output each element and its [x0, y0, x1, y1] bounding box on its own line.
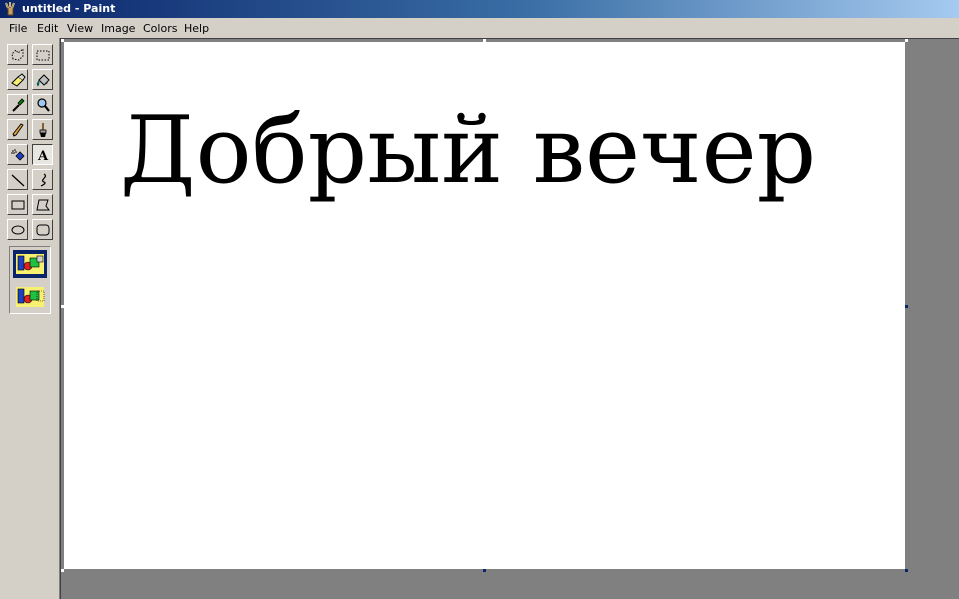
canvas-handle-left: [61, 305, 64, 308]
canvas-handle-top: [483, 39, 486, 42]
canvas-handle-top-right: [905, 39, 908, 42]
fill-bucket-icon: [36, 74, 50, 87]
menu-colors[interactable]: Colors: [142, 21, 178, 36]
menu-view[interactable]: View: [66, 21, 94, 36]
brush-icon: [39, 123, 47, 137]
select-icon: [36, 50, 50, 61]
rounded-rectangle-tool[interactable]: [32, 219, 53, 240]
canvas-workspace[interactable]: Добрый вечер: [60, 38, 959, 599]
select-tool[interactable]: [32, 44, 53, 65]
curve-icon: [40, 173, 46, 187]
canvas-handle-bottom-left: [61, 569, 64, 572]
pick-color-icon: [12, 98, 25, 112]
resize-handle-right[interactable]: [905, 305, 908, 308]
airbrush-tool[interactable]: [7, 144, 28, 165]
eraser-icon: [11, 73, 26, 87]
transparent-background-icon: [16, 287, 45, 307]
toolbox: A: [0, 38, 60, 599]
paint-app-icon[interactable]: [3, 1, 18, 16]
text-tool-glyph: A: [37, 149, 49, 163]
window-title: untitled - Paint: [22, 2, 116, 15]
menu-file[interactable]: File: [8, 21, 28, 36]
opaque-background-icon: [16, 254, 44, 274]
free-form-select-icon: [11, 47, 24, 61]
opaque-background-option[interactable]: [13, 250, 47, 278]
text-tool[interactable]: A: [32, 144, 53, 165]
canvas-text: Добрый вечер: [120, 96, 817, 204]
title-bar[interactable]: untitled - Paint: [0, 0, 959, 18]
text-icon: A: [37, 149, 49, 163]
fill-tool[interactable]: [32, 69, 53, 90]
pick-color-tool[interactable]: [7, 94, 28, 115]
paint-window: untitled - Paint File Edit View Image Co…: [0, 0, 959, 599]
rectangle-tool[interactable]: [7, 194, 28, 215]
drawing-canvas[interactable]: Добрый вечер: [64, 42, 905, 569]
rectangle-icon: [11, 200, 25, 210]
pencil-tool[interactable]: [7, 119, 28, 140]
polygon-icon: [36, 199, 50, 211]
resize-handle-bottom[interactable]: [483, 569, 486, 572]
line-icon: [11, 174, 25, 187]
ellipse-icon: [11, 225, 25, 235]
menu-image[interactable]: Image: [100, 21, 136, 36]
menu-bar: File Edit View Image Colors Help: [0, 18, 959, 38]
line-tool[interactable]: [7, 169, 28, 190]
transparent-background-option[interactable]: [13, 283, 47, 311]
polygon-tool[interactable]: [32, 194, 53, 215]
menu-edit[interactable]: Edit: [36, 21, 59, 36]
resize-handle-corner[interactable]: [905, 569, 908, 572]
curve-tool[interactable]: [32, 169, 53, 190]
eraser-tool[interactable]: [7, 69, 28, 90]
magnifier-tool[interactable]: [32, 94, 53, 115]
brush-tool[interactable]: [32, 119, 53, 140]
pencil-icon: [12, 123, 24, 137]
rounded-rectangle-icon: [36, 224, 50, 236]
ellipse-tool[interactable]: [7, 219, 28, 240]
magnifier-icon: [37, 98, 50, 112]
menu-help[interactable]: Help: [183, 21, 210, 36]
airbrush-icon: [11, 149, 25, 161]
tool-options: [9, 246, 51, 314]
canvas-handle-top-left: [61, 39, 64, 42]
free-form-select-tool[interactable]: [7, 44, 28, 65]
